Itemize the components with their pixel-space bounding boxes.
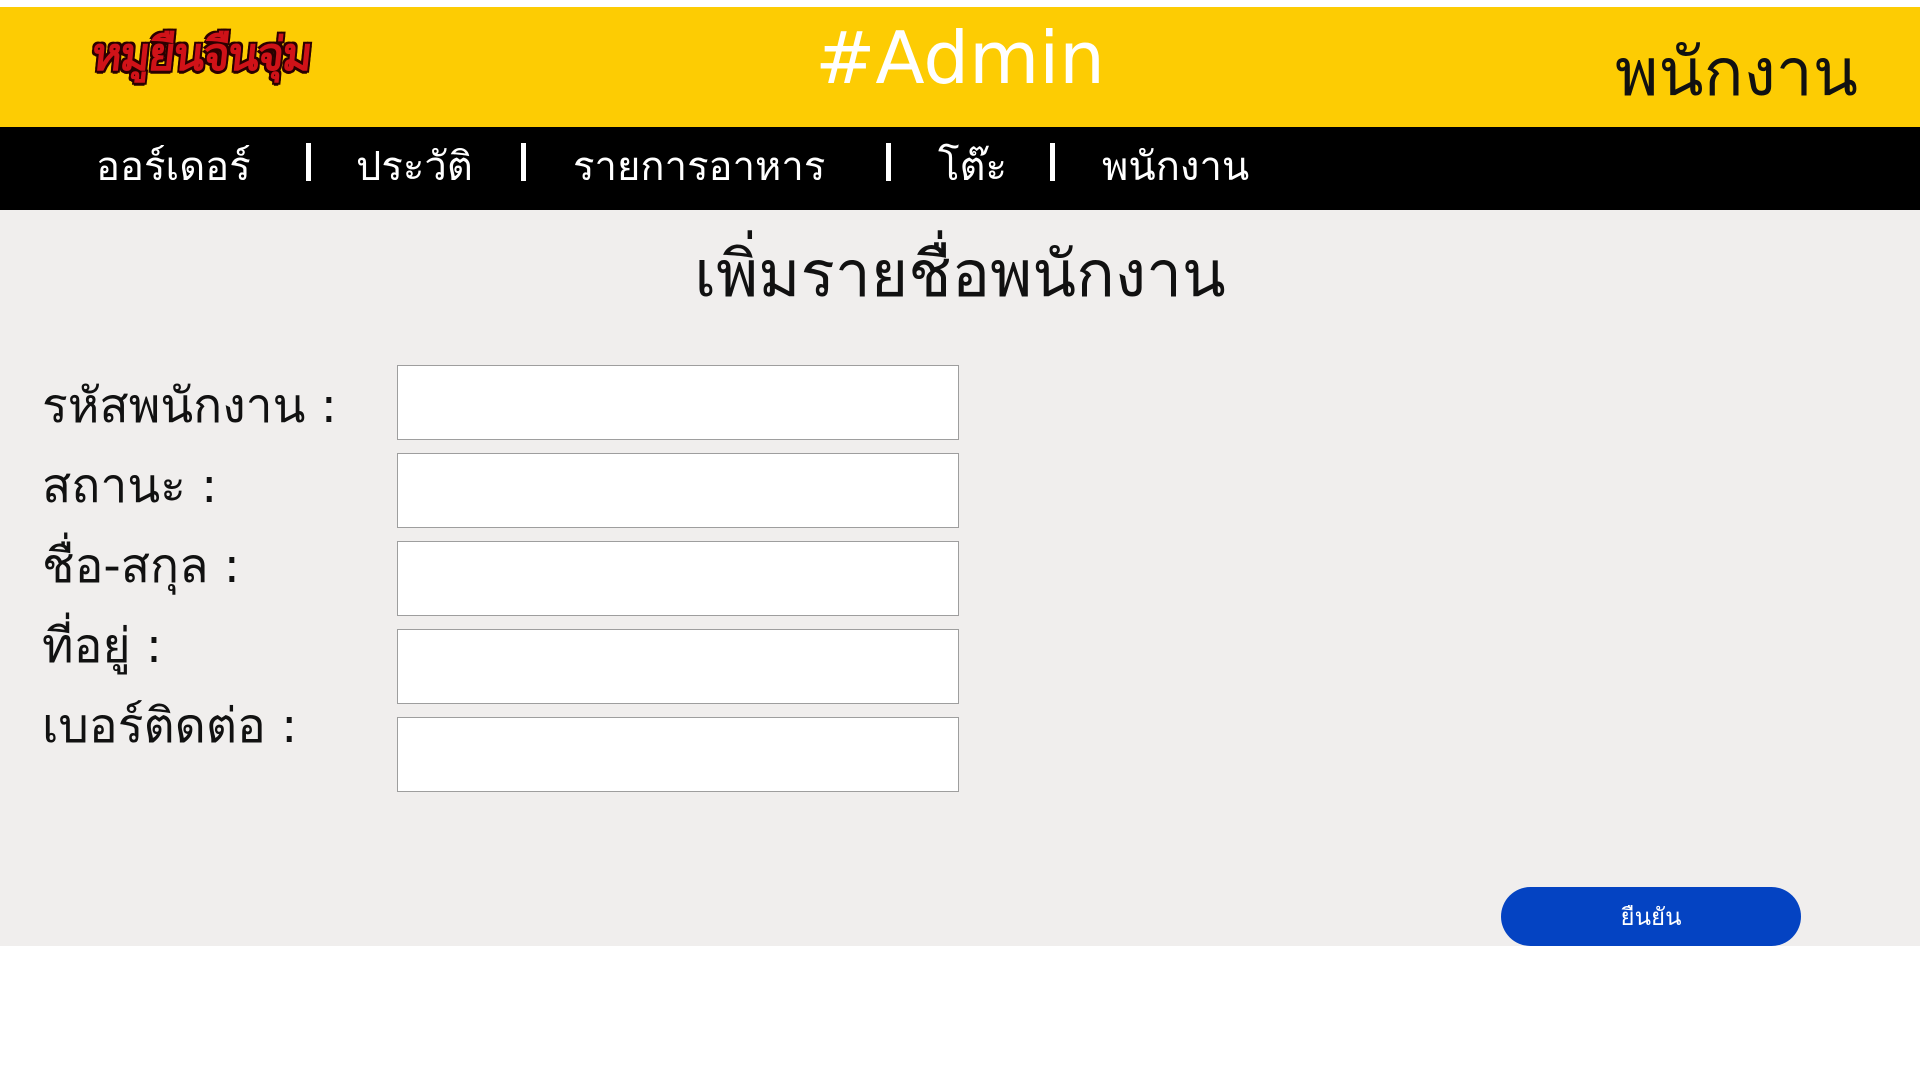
top-strip: [0, 0, 1920, 7]
full-name-input[interactable]: [397, 541, 959, 616]
page: หมูยืนจืนจุ่ม #Admin พนักงาน ออร์เดอร์ ป…: [0, 0, 1920, 1080]
nav-item-tables[interactable]: โต๊ะ: [938, 137, 1007, 197]
nav-bar: ออร์เดอร์ ประวัติ รายการอาหาร โต๊ะ พนักง…: [0, 127, 1920, 210]
form-panel: เพิ่มรายชื่อพนักงาน รหัสพนักงาน : สถานะ …: [0, 210, 1920, 946]
phone-label: เบอร์ติดต่อ :: [42, 698, 298, 754]
employee-id-input[interactable]: [397, 365, 959, 440]
nav-item-menu[interactable]: รายการอาหาร: [573, 137, 825, 197]
nav-item-history[interactable]: ประวัติ: [356, 137, 473, 197]
status-label: สถานะ :: [42, 458, 218, 514]
nav-separator: [1050, 143, 1055, 181]
address-input[interactable]: [397, 629, 959, 704]
employee-id-label: รหัสพนักงาน :: [42, 378, 337, 434]
nav-separator: [886, 143, 891, 181]
form-title: เพิ่มรายชื่อพนักงาน: [694, 238, 1226, 312]
header-bar: หมูยืนจืนจุ่ม #Admin พนักงาน: [0, 7, 1920, 127]
nav-separator: [306, 143, 311, 181]
phone-input[interactable]: [397, 717, 959, 792]
section-title: พนักงาน: [1615, 34, 1858, 111]
status-input[interactable]: [397, 453, 959, 528]
confirm-button[interactable]: ยืนยัน: [1501, 887, 1801, 946]
nav-separator: [521, 143, 526, 181]
nav-item-orders[interactable]: ออร์เดอร์: [96, 137, 251, 197]
address-label: ที่อยู่ :: [42, 618, 163, 674]
full-name-label: ชื่อ-สกุล :: [42, 538, 240, 594]
nav-item-staff[interactable]: พนักงาน: [1102, 137, 1249, 197]
